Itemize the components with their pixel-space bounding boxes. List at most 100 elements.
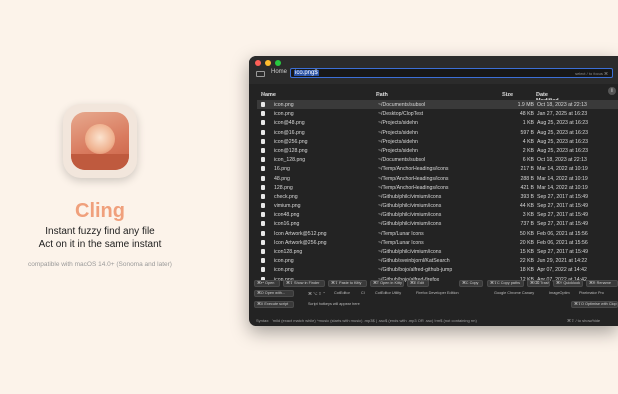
search-input[interactable]: ico.png$ select / to focus ⌘ [290, 68, 613, 78]
table-row[interactable]: 48.png ~/Temp/AnchorHeadings/icons 288 B Ma… [257, 174, 618, 183]
file-name: icon.png [274, 102, 294, 108]
action-button[interactable]: ⌘C Copy [459, 280, 483, 287]
app-name: Cling [75, 200, 125, 222]
table-row[interactable]: icon_128.png ~/Documents/subsol 6 KB Oct 18… [257, 155, 618, 164]
table-row[interactable]: icon@16.png ~/Projects/sidehn 597 B Aug 25,… [257, 128, 618, 137]
file-icon [261, 184, 265, 190]
file-icon [261, 157, 265, 163]
file-icon [261, 129, 265, 135]
sort-icon: ⇅ [261, 92, 266, 98]
search-query: ico.png$ [294, 70, 319, 76]
action-button[interactable]: ⌘T Open in Kitty [370, 280, 404, 287]
action-button[interactable]: ⌘Y Quicklook [553, 280, 583, 287]
file-name: icon_128.png [274, 157, 306, 164]
file-icon [261, 102, 265, 107]
table-row[interactable]: icon.png ~/Github/sveinbjornl/KatSearch 22… [257, 256, 618, 265]
file-date: Jan 27, 2025 at 16:23 [537, 111, 588, 118]
file-icon [261, 203, 265, 209]
sort-icon: ⇅ [376, 92, 381, 98]
folder-icon[interactable] [256, 71, 265, 77]
file-date: Aug 25, 2023 at 16:23 [537, 129, 589, 136]
file-path: ~/Github/philc/vimium/icons [378, 249, 442, 255]
file-size: 22 KB [519, 258, 534, 265]
table-row[interactable]: icon48.png ~/Github/philc/vimium/icons 3 K… [257, 210, 618, 219]
column-header: Name ⇅ Path ⇅ Size ⇅ Date Modified ⇅ i [249, 84, 618, 104]
close-button[interactable] [255, 60, 261, 66]
file-date: Mar 14, 2022 at 10:19 [537, 166, 588, 173]
action-button[interactable]: ⌘⇧ Paste to Kitty [328, 280, 367, 287]
table-row[interactable]: icon128.png ~/Github/philc/vimium/icons 15… [257, 247, 618, 256]
table-row[interactable]: icon@256.png ~/Projects/sidehn 4 KB Aug 25,… [257, 137, 618, 146]
sun-shape [85, 124, 115, 154]
info-icon[interactable]: i [608, 87, 616, 95]
table-row[interactable]: icon@128.png ~/Projects/sidehn 2 KB Aug 25,… [257, 146, 618, 155]
file-name: icon@48.png [274, 120, 305, 127]
file-name: 128.png [274, 184, 293, 191]
action-button[interactable]: ⌘E Edit [407, 280, 429, 287]
file-icon [261, 147, 265, 153]
open-with-app[interactable]: ImageOptim [549, 291, 570, 295]
open-with-app[interactable]: Pixelmator Pro [579, 291, 604, 295]
cling-window: Home ico.png$ select / to focus ⌘ Name ⇅… [249, 56, 618, 326]
file-size: 48 KB [519, 111, 534, 118]
table-row[interactable]: icon16.png ~/Github/philc/vimium/icons 737… [257, 219, 618, 228]
file-date: Sep 27, 2017 at 15:49 [537, 249, 589, 255]
file-name: icon@128.png [274, 147, 308, 154]
breadcrumb[interactable]: Home [271, 69, 287, 75]
file-date: Aug 25, 2023 at 16:23 [537, 138, 589, 145]
file-name: icon.png [274, 258, 294, 265]
open-with-app[interactable]: Google Chrome Canary [494, 291, 534, 295]
table-row[interactable]: icon.png ~/Desktop/ClopTest 48 KB Jan 27, 2… [257, 109, 618, 118]
file-icon [261, 267, 265, 273]
file-size: 18 KB [519, 267, 534, 274]
open-with-app[interactable]: CotEditor [334, 291, 350, 295]
file-size: 15 KB [519, 249, 534, 255]
file-name: Icon Artwork@512.png [274, 230, 327, 237]
table-row[interactable]: Icon Artwork@256.png ~/Temp/Lunar Icons 20… [257, 238, 618, 247]
table-row[interactable]: 128.png ~/Temp/AnchorHeadings/icons 421 BM… [257, 183, 618, 192]
file-date: Aug 25, 2023 at 16:23 [537, 147, 589, 154]
file-name: Icon Artwork@256.png [274, 239, 327, 246]
open-with-app[interactable]: Cl [361, 291, 365, 295]
file-date: Sep 27, 2017 at 15:49 [537, 212, 589, 219]
action-button[interactable]: ⌘⌫ Trash [527, 280, 550, 287]
action-button[interactable]: ⌘⇧C Copy paths [487, 280, 524, 287]
file-date: Jun 29, 2021 at 14:22 [537, 258, 588, 265]
table-row[interactable]: icon.png ~/Documents/subsol 1.9 MB Oct 18, … [257, 100, 618, 110]
file-name: icon@256.png [274, 138, 308, 145]
file-size: 6 KB [522, 157, 534, 164]
table-row[interactable]: check.png ~/Github/philc/vimium/icons 393 … [257, 192, 618, 201]
file-icon [261, 239, 265, 245]
action-button[interactable]: ⌘↩ Open [254, 280, 280, 287]
zoom-button[interactable] [275, 60, 281, 66]
file-size: 217 B [520, 166, 534, 173]
results-list: icon.png ~/Documents/subsol 1.9 MB Oct 18, … [257, 100, 618, 284]
open-with-app[interactable]: CotEditor Utility [375, 291, 401, 295]
table-row[interactable]: icon@48.png ~/Projects/sidehn 1 KB Aug 25, … [257, 118, 618, 127]
file-path: ~/Documents/subsol [378, 157, 426, 164]
file-path: ~/Projects/sidehn [378, 147, 418, 154]
action-button[interactable]: ⌘⇧ Show in Finder [283, 280, 325, 287]
file-date: Oct 18, 2023 at 22:13 [537, 157, 587, 164]
open-with-app[interactable]: Firefox Developer Edition [416, 291, 459, 295]
script-hotkeys-placeholder: Script hotkeys will appear here [308, 302, 360, 306]
toggle-hint: ⌘⇧ / to show/hide [567, 318, 601, 323]
execute-script-button[interactable]: ⌘X Execute script [254, 301, 294, 308]
table-row[interactable]: icon.png ~/Github/bojo/alfred-github-jump… [257, 265, 618, 274]
file-name: icon.png [274, 111, 294, 118]
table-row[interactable]: vimium.png ~/Github/philc/vimium/icons 44 … [257, 201, 618, 210]
app-icon [63, 104, 137, 178]
syntax-label: Syntax: [256, 318, 270, 323]
optimise-clop-button[interactable]: ⌘⇧O Optimise with Clop [571, 301, 618, 308]
table-row[interactable]: Icon Artwork@512.png ~/Temp/Lunar Icons 50… [257, 229, 618, 238]
file-icon [261, 230, 265, 236]
file-date: Mar 14, 2022 at 10:19 [537, 175, 588, 182]
action-button[interactable]: ⌘R Rename [586, 280, 618, 287]
minimize-button[interactable] [265, 60, 271, 66]
file-size: 393 B [520, 193, 534, 200]
table-row[interactable]: 16.png ~/Temp/AnchorHeadings/icons 217 B Ma… [257, 164, 618, 173]
open-with-button[interactable]: ⌘O Open with... [254, 290, 294, 297]
file-date: Aug 25, 2023 at 16:23 [537, 120, 589, 127]
file-path: ~/Github/philc/vimium/icons [378, 221, 442, 228]
file-size: 1.9 MB [517, 102, 534, 108]
